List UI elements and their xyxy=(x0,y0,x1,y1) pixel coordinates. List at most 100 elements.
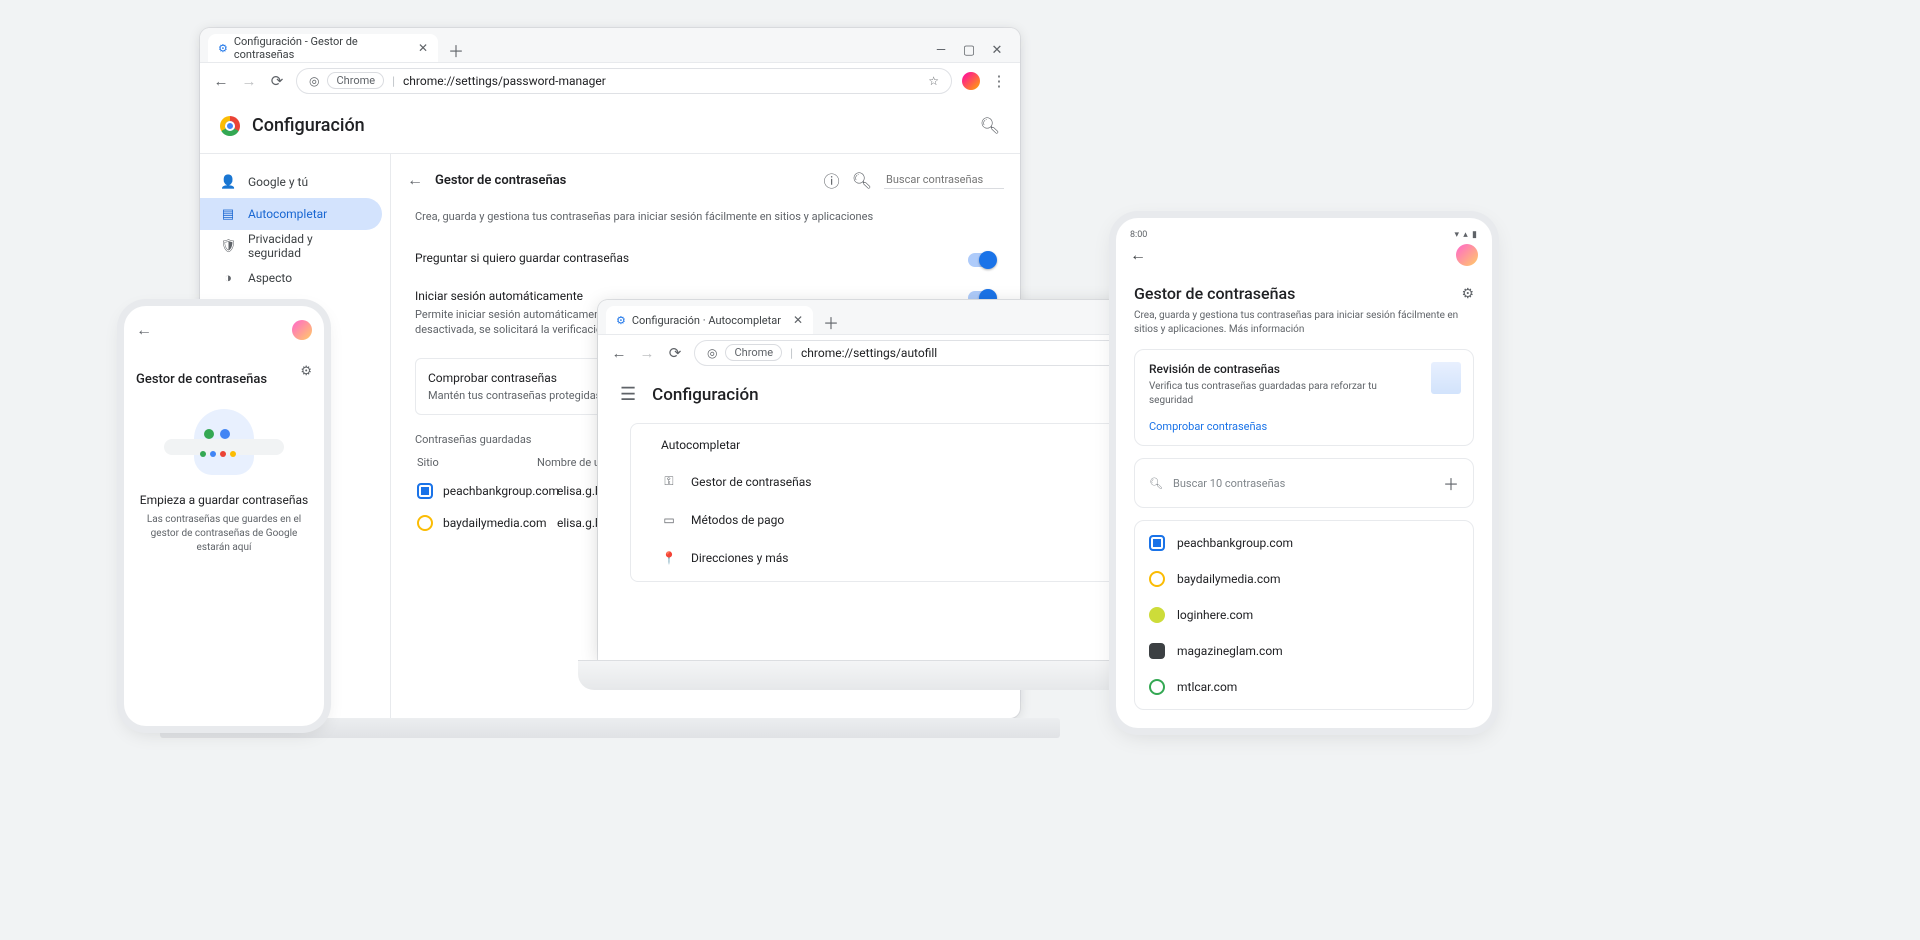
gear-icon[interactable]: ⚙ xyxy=(300,364,312,379)
sidebar-item-privacy[interactable]: 🛡Privacidad y seguridad xyxy=(200,230,382,262)
autofill-icon: ▤ xyxy=(220,207,236,222)
option-offer-save[interactable]: Preguntar si quiero guardar contraseñas xyxy=(407,241,1004,279)
chrome-chip: Chrome xyxy=(327,72,384,89)
new-tab-button[interactable]: ＋ xyxy=(444,38,468,62)
autofill-item-passwords[interactable]: ⚿Gestor de contraseñas xyxy=(631,462,1125,501)
password-manager-title: Gestor de contraseñas xyxy=(435,173,566,188)
password-search-input[interactable] xyxy=(884,171,1004,189)
profile-avatar[interactable] xyxy=(962,72,980,90)
search-placeholder: Buscar 10 contraseñas xyxy=(1173,477,1285,490)
nav-forward-icon[interactable]: → xyxy=(638,344,656,362)
location-icon: 📍 xyxy=(661,551,677,565)
search-icon: 🔍︎ xyxy=(852,171,872,190)
gear-icon: ⚙ xyxy=(616,314,626,327)
list-item[interactable]: baydailymedia.com xyxy=(1135,561,1473,597)
favicon xyxy=(1149,535,1165,551)
omnibox[interactable]: ◎ Chrome | chrome://settings/autofill xyxy=(694,340,1146,366)
phone-device: ← Gestor de contraseñas ⚙ Empieza a guar… xyxy=(124,306,324,726)
card-subtitle: Verifica tus contraseñas guardadas para … xyxy=(1149,380,1389,408)
url-text: chrome://settings/autofill xyxy=(801,346,937,360)
autofill-item-addresses[interactable]: 📍Direcciones y más xyxy=(631,539,1125,577)
check-passwords-link[interactable]: Comprobar contraseñas xyxy=(1149,420,1459,433)
url-text: chrome://settings/password-manager xyxy=(403,74,606,88)
favicon xyxy=(417,515,433,531)
tab-title: Configuración - Gestor de contraseñas xyxy=(234,35,406,61)
status-bar: 8:00 ▾ ▴ ▮ xyxy=(1130,230,1478,240)
favicon xyxy=(1149,643,1165,659)
gear-icon: ⚙ xyxy=(218,42,228,55)
profile-avatar[interactable] xyxy=(292,320,312,340)
list-item[interactable]: peachbankgroup.com xyxy=(1135,525,1473,561)
empty-subtitle: Las contraseñas que guardes en el gestor… xyxy=(136,513,312,555)
bookmark-star-icon[interactable]: ☆ xyxy=(928,74,939,88)
maximize-icon[interactable]: ▢ xyxy=(962,43,976,58)
status-icons: ▾ ▴ ▮ xyxy=(1455,230,1478,240)
laptop-device: ⚙ Configuración · Autocompletar ✕ ＋ ← → … xyxy=(598,300,1158,710)
nav-forward-icon[interactable]: → xyxy=(240,72,258,90)
empty-title: Empieza a guardar contraseñas xyxy=(136,493,312,507)
card-title: Revisión de contraseñas xyxy=(1149,362,1459,376)
checklist-icon xyxy=(1431,362,1461,394)
minimize-icon[interactable]: — xyxy=(934,43,948,58)
settings-heading: Configuración xyxy=(652,385,758,405)
help-icon[interactable]: ⓘ xyxy=(824,168,840,192)
sidebar-item-appearance[interactable]: ◑Aspecto xyxy=(200,262,382,294)
menu-icon[interactable]: ☰ xyxy=(620,384,636,405)
palette-icon: ◑ xyxy=(220,270,236,286)
person-icon: 👤 xyxy=(220,175,236,190)
laptop-base xyxy=(578,660,1178,690)
list-item[interactable]: magazineglam.com xyxy=(1135,633,1473,669)
empty-illustration xyxy=(164,409,284,479)
browser-tab[interactable]: ⚙ Configuración · Autocompletar ✕ xyxy=(606,306,813,334)
password-list: peachbankgroup.com baydailymedia.com log… xyxy=(1134,520,1474,710)
site-lock-icon: ◎ xyxy=(309,74,319,88)
favicon xyxy=(417,483,433,499)
close-tab-icon[interactable]: ✕ xyxy=(418,41,428,55)
list-item[interactable]: loginhere.com xyxy=(1135,597,1473,633)
titlebar: ⚙ Configuración · Autocompletar ✕ ＋ xyxy=(598,300,1158,334)
back-icon[interactable]: ← xyxy=(1130,245,1146,265)
card-icon: ▭ xyxy=(661,513,677,527)
sidebar-item-autofill[interactable]: ▤Autocompletar xyxy=(200,198,382,230)
search-icon[interactable]: 🔍︎ xyxy=(980,116,1000,135)
site-lock-icon: ◎ xyxy=(707,346,717,360)
password-manager-title: Gestor de contraseñas ⚙ xyxy=(1134,284,1474,303)
password-manager-title: Gestor de contraseñas xyxy=(136,372,267,387)
reload-icon[interactable]: ⟳ xyxy=(268,72,286,90)
password-manager-desc: Crea, guarda y gestiona tus contraseñas … xyxy=(415,210,1004,223)
search-icon: 🔍︎ xyxy=(1149,477,1163,490)
tablet-device: 8:00 ▾ ▴ ▮ ← Gestor de contraseñas ⚙ Cre… xyxy=(1116,218,1492,728)
browser-toolbar: ← → ⟳ ◎ Chrome | chrome://settings/passw… xyxy=(200,62,1020,98)
chrome-logo-icon xyxy=(220,116,240,136)
reload-icon[interactable]: ⟳ xyxy=(666,344,684,362)
browser-tab[interactable]: ⚙ Configuración - Gestor de contraseñas … xyxy=(208,34,438,62)
add-password-icon[interactable]: ＋ xyxy=(1443,471,1459,495)
autofill-item-payments[interactable]: ▭Métodos de pago xyxy=(631,501,1125,539)
sidebar-item-google[interactable]: 👤Google y tú xyxy=(200,166,382,198)
close-tab-icon[interactable]: ✕ xyxy=(793,313,803,327)
autofill-card: Autocompletar ⚿Gestor de contraseñas ▭Mé… xyxy=(630,423,1126,582)
gear-icon[interactable]: ⚙ xyxy=(1461,286,1474,302)
back-icon[interactable]: ← xyxy=(136,320,152,340)
chrome-chip: Chrome xyxy=(725,344,782,361)
password-search-bar[interactable]: 🔍︎ Buscar 10 contraseñas ＋ xyxy=(1134,458,1474,508)
settings-header: Configuración 🔍︎ xyxy=(200,98,1020,154)
favicon xyxy=(1149,571,1165,587)
nav-back-icon[interactable]: ← xyxy=(610,344,628,362)
omnibox[interactable]: ◎ Chrome | chrome://settings/password-ma… xyxy=(296,68,952,94)
window-controls: — ▢ ✕ xyxy=(926,43,1012,62)
favicon xyxy=(1149,607,1165,623)
shield-icon: 🛡 xyxy=(220,239,236,254)
nav-back-icon[interactable]: ← xyxy=(212,72,230,90)
back-icon[interactable]: ← xyxy=(407,170,423,190)
close-window-icon[interactable]: ✕ xyxy=(990,43,1004,58)
new-tab-button[interactable]: ＋ xyxy=(819,310,843,334)
profile-avatar[interactable] xyxy=(1456,244,1478,266)
status-time: 8:00 xyxy=(1130,230,1147,240)
titlebar: ⚙ Configuración - Gestor de contraseñas … xyxy=(200,28,1020,62)
key-icon: ⚿ xyxy=(661,474,677,489)
kebab-menu-icon[interactable]: ⋮ xyxy=(990,72,1008,90)
toggle-offer-save[interactable] xyxy=(968,253,996,267)
list-item[interactable]: mtlcar.com xyxy=(1135,669,1473,705)
card-label: Autocompletar xyxy=(631,428,1125,462)
